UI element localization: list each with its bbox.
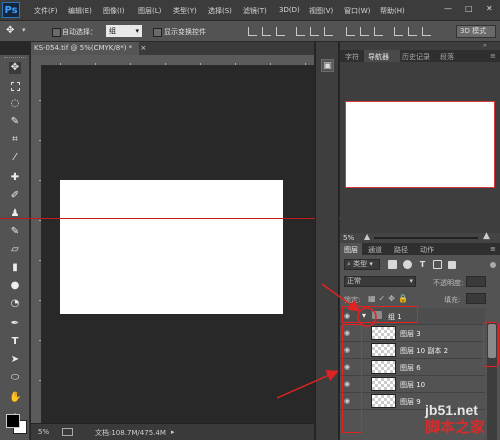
watermark-name: 脚本之家 [425,418,486,436]
annotation-arrow [276,370,339,399]
watermark: jb51.net 脚本之家 [425,402,485,437]
annotation-box-group [342,306,418,323]
annotation-box-eyes [342,324,362,433]
annotation-box-scrollbar [483,322,499,367]
annotation-overlay [276,283,377,399]
